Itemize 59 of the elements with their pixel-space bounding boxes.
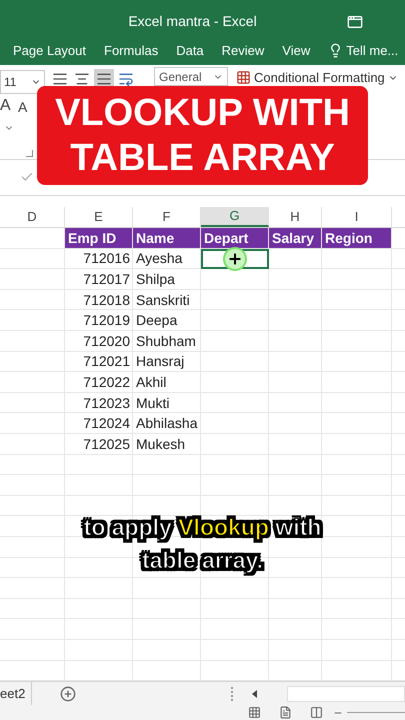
table-cell-text: 712022 xyxy=(82,372,131,392)
table-cell-text: 712023 xyxy=(82,394,131,413)
table-cell-text: Mukesh xyxy=(135,434,186,454)
banner-text: VLOOKUP WITH xyxy=(55,90,350,136)
table-cell-text: 712020 xyxy=(82,332,131,351)
column-header[interactable]: E xyxy=(65,206,133,227)
banner-text: TABLE ARRAY xyxy=(70,136,335,180)
restore-icon[interactable] xyxy=(347,14,363,30)
table-cell-text: Deepa xyxy=(135,311,178,330)
font-shrink-button[interactable]: A xyxy=(18,100,28,114)
scroll-left-icon[interactable] xyxy=(252,690,258,698)
table-cell-text: Ayesha xyxy=(135,249,184,268)
ribbon-tab[interactable]: View xyxy=(282,40,310,60)
table-cell-text: Mukti xyxy=(135,394,170,413)
caption: to apply Vlookup with table array. xyxy=(0,510,405,577)
ribbon-tab[interactable]: Data xyxy=(176,40,204,60)
wrap-text-icon[interactable] xyxy=(118,71,134,87)
horizontal-scrollbar[interactable] xyxy=(287,686,405,702)
table-cell-text: Shilpa xyxy=(135,270,176,289)
table-cell-text: Akhil xyxy=(135,372,168,392)
dialog-launcher-icon[interactable] xyxy=(26,150,33,157)
column-header[interactable]: I xyxy=(322,206,392,227)
table-header-cell: Emp ID xyxy=(65,228,133,249)
table-cell-text: 712018 xyxy=(82,290,131,310)
table-cell-text: 712017 xyxy=(82,270,131,289)
window-title: Excel mantra - Excel xyxy=(128,12,257,31)
table-cell-text: 712024 xyxy=(82,414,131,434)
column-header[interactable]: D xyxy=(0,206,65,227)
column-header[interactable]: G xyxy=(201,206,269,227)
page-layout-view-icon[interactable] xyxy=(279,706,292,720)
font-grow-button[interactable]: A xyxy=(0,98,11,114)
align-middle-icon[interactable] xyxy=(74,71,90,87)
conditional-formatting-button[interactable]: Conditional Formatting xyxy=(236,68,398,88)
table-cell-text: 712025 xyxy=(82,434,131,454)
normal-view-icon[interactable] xyxy=(248,706,261,720)
ribbon-tab[interactable]: Page Layout xyxy=(13,40,86,60)
grid-icon xyxy=(236,70,251,86)
table-cell-text: Hansraj xyxy=(135,352,186,372)
table-cell-text: 712019 xyxy=(82,311,131,330)
table-cell-text: Abhilasha xyxy=(135,414,198,434)
more-icon[interactable] xyxy=(231,686,234,701)
align-top-icon[interactable] xyxy=(52,71,68,87)
page-break-view-icon[interactable] xyxy=(310,706,323,720)
table-header-cell: Region xyxy=(322,228,392,249)
table-cell-text: 712021 xyxy=(82,352,131,372)
number-format-dropdown[interactable]: General xyxy=(154,67,228,86)
tell-me-search[interactable]: Tell me... xyxy=(346,40,398,60)
column-header[interactable]: H xyxy=(269,206,322,227)
add-sheet-icon[interactable] xyxy=(60,686,76,702)
ribbon-tab[interactable]: Formulas xyxy=(104,40,158,60)
ribbon-tab[interactable]: Review xyxy=(222,40,264,60)
table-cell-text: Shubham xyxy=(135,332,197,351)
table-header-cell: Depart xyxy=(201,228,269,249)
cursor-highlight-icon xyxy=(223,246,247,271)
table-cell-text: Sanskriti xyxy=(135,290,191,310)
table-cell-text: 712016 xyxy=(82,249,131,268)
selected-cell[interactable] xyxy=(201,248,269,270)
table-header-cell: Name xyxy=(133,228,201,249)
table-header-cell: Salary xyxy=(269,228,322,249)
